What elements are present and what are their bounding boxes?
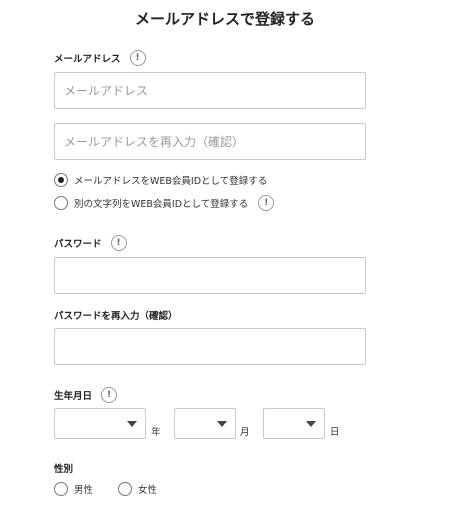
email-confirm-input[interactable] bbox=[54, 123, 366, 160]
member-id-option-label: 別の文字列をWEB会員IDとして登録する bbox=[74, 199, 249, 210]
radio-selected-icon[interactable] bbox=[54, 173, 68, 187]
birth-month-select[interactable] bbox=[174, 408, 236, 439]
member-id-option-email[interactable]: メールアドレスをWEB会員IDとして登録する bbox=[54, 173, 267, 187]
password-confirm-label-row: パスワードを再入力（確認） bbox=[54, 308, 178, 322]
password-confirm-input[interactable] bbox=[54, 328, 366, 365]
gender-label-row: 性別 bbox=[54, 461, 73, 475]
gender-label: 性別 bbox=[54, 464, 74, 475]
email-label-row: メールアドレス ! bbox=[54, 50, 146, 66]
chevron-down-icon bbox=[306, 421, 316, 427]
member-id-option-label: メールアドレスをWEB会員IDとして登録する bbox=[74, 176, 268, 187]
password-label-row: パスワード ! bbox=[54, 235, 127, 251]
email-label: メールアドレス bbox=[54, 54, 121, 65]
chevron-down-icon bbox=[127, 421, 137, 427]
gender-option-male[interactable]: 男性 bbox=[54, 482, 93, 496]
gender-option-female[interactable]: 女性 bbox=[118, 482, 157, 496]
page-title: メールアドレスで登録する bbox=[134, 10, 315, 28]
radio-unselected-icon[interactable] bbox=[118, 482, 132, 496]
password-confirm-label: パスワードを再入力（確認） bbox=[54, 311, 178, 322]
password-help-icon[interactable]: ! bbox=[110, 235, 127, 251]
email-help-icon[interactable]: ! bbox=[129, 50, 146, 66]
chevron-down-icon bbox=[217, 421, 227, 427]
radio-unselected-icon[interactable] bbox=[54, 196, 68, 210]
radio-unselected-icon[interactable] bbox=[54, 482, 68, 496]
birthdate-help-icon[interactable]: ! bbox=[101, 387, 118, 403]
password-label: パスワード bbox=[54, 239, 102, 250]
birth-year-select[interactable] bbox=[54, 408, 146, 439]
gender-option-label: 男性 bbox=[74, 485, 94, 496]
member-id-help-icon[interactable]: ! bbox=[258, 195, 275, 211]
birthdate-label: 生年月日 bbox=[54, 391, 93, 402]
birthdate-label-row: 生年月日 ! bbox=[54, 387, 118, 403]
month-unit: 月 bbox=[240, 427, 250, 438]
year-unit: 年 bbox=[151, 427, 161, 438]
member-id-option-custom[interactable]: 別の文字列をWEB会員IDとして登録する ! bbox=[54, 195, 275, 211]
password-input[interactable] bbox=[54, 257, 366, 294]
day-unit: 日 bbox=[330, 427, 340, 438]
email-input[interactable] bbox=[54, 72, 366, 109]
gender-option-label: 女性 bbox=[138, 485, 158, 496]
birth-day-select[interactable] bbox=[263, 408, 325, 439]
